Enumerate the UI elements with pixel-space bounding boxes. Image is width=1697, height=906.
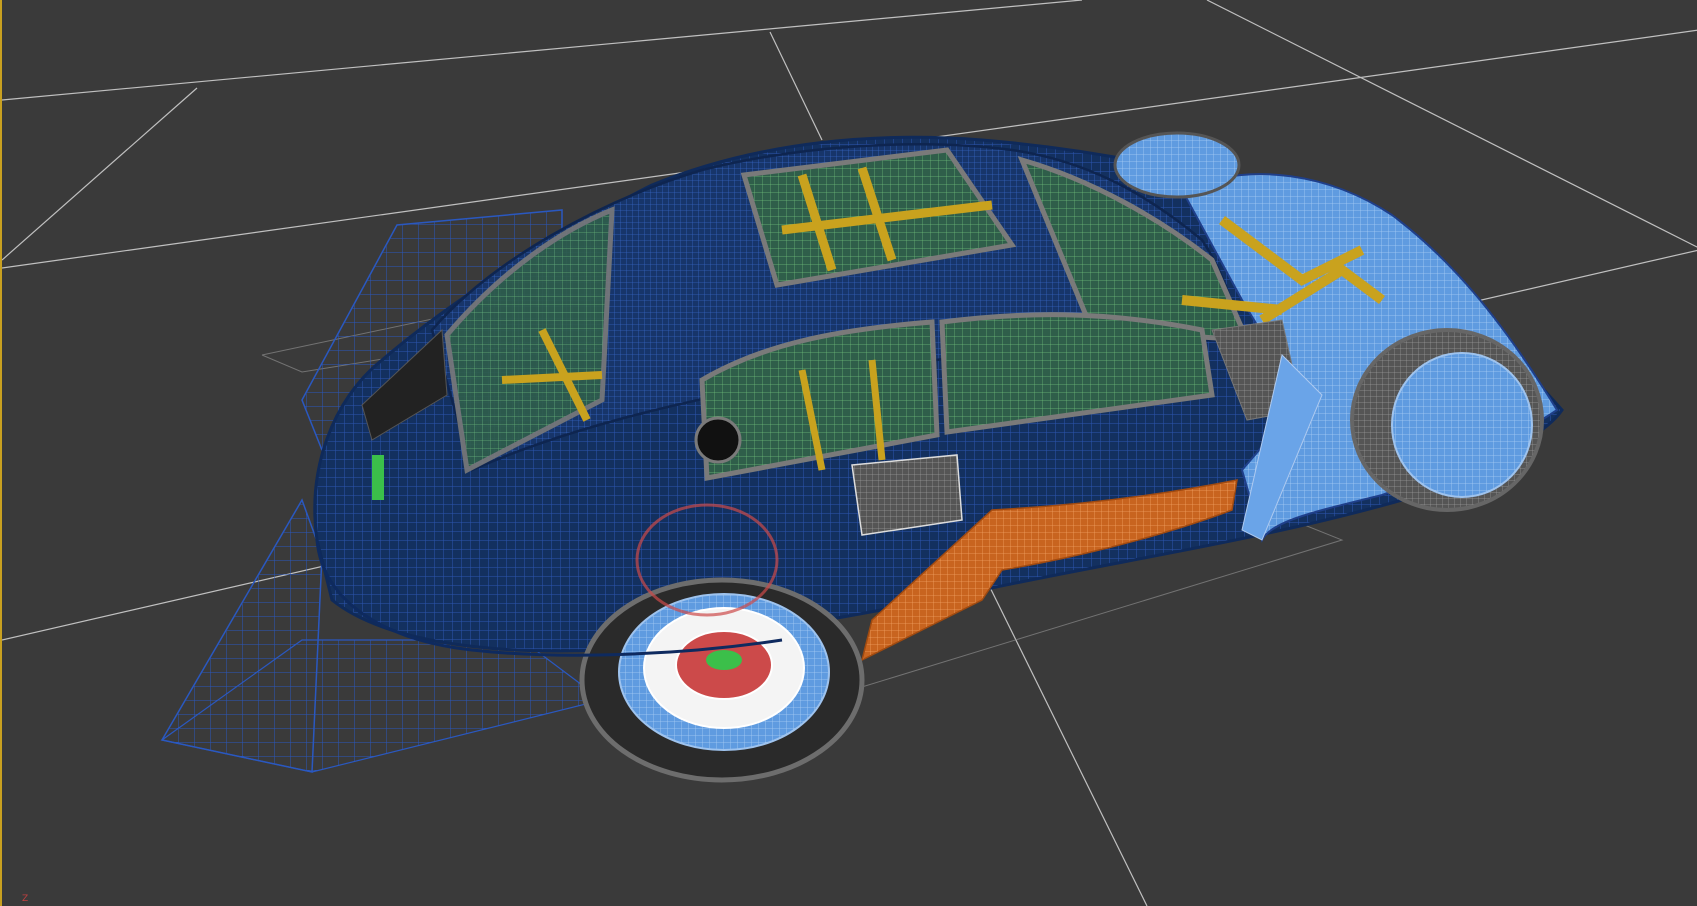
front-wheel-top [1113,131,1241,199]
rear-wheel [579,577,865,783]
front-wheel-bottom [1350,328,1544,512]
door-grille [851,454,963,536]
viewport-canvas[interactable] [2,0,1697,906]
axis-gizmo: Z [22,895,28,904]
viewport-perspective[interactable]: Z [0,0,1697,906]
axis-z-label: Z [22,894,29,904]
